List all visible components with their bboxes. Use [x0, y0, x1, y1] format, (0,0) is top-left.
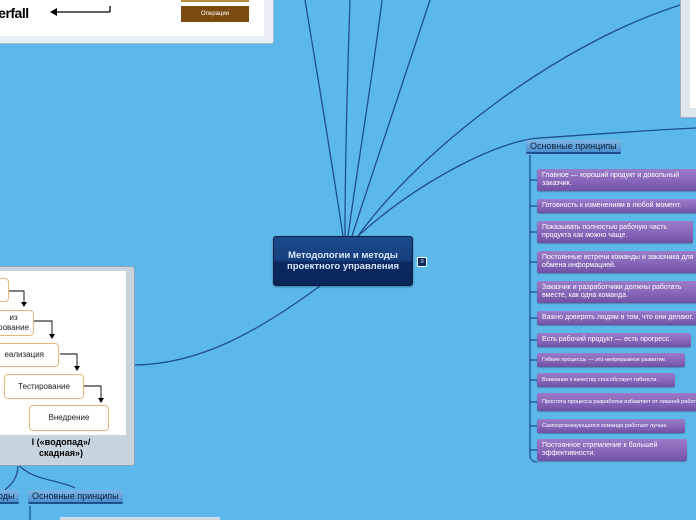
- waterfall-step-testing: Тестирование: [4, 374, 84, 399]
- waterfall-step-implementation: еализация: [0, 343, 59, 367]
- waterfall-step-bar: [181, 0, 249, 2]
- principle-item[interactable]: Простота процесса разработки избавляет о…: [537, 393, 696, 411]
- waterfall-diagram-caption: l («водопад»/ скадная»): [31, 437, 91, 458]
- central-topic[interactable]: Методологии и методы проектного управлен…: [273, 236, 413, 286]
- waterfall-step-design: из рование: [0, 310, 34, 336]
- waterfall-step-deployment: Внедрение: [29, 405, 109, 431]
- principle-item[interactable]: Постоянные встречи команды и заказчика д…: [537, 251, 696, 273]
- principle-item[interactable]: Внимание к качеству способствует гибкост…: [537, 373, 675, 387]
- operations-block: Операции: [181, 6, 249, 22]
- principle-item[interactable]: Готовность к изменениям в любой момент.: [537, 199, 696, 213]
- principle-item[interactable]: Главное — хороший продукт и довольный за…: [537, 169, 696, 191]
- waterfall-step-1: [0, 278, 9, 302]
- principle-item[interactable]: Есть рабочий продукт — есть прогресс.: [537, 333, 691, 347]
- principle-item[interactable]: Гибкие процессы — это непрерывное развит…: [537, 353, 685, 367]
- principle-item[interactable]: Важно доверять людям в том, что они дела…: [537, 311, 696, 325]
- note-icon[interactable]: ≡: [417, 257, 427, 267]
- right-image: [690, 0, 696, 108]
- subtopic-principles-left[interactable]: Основные принципы: [28, 490, 123, 504]
- principle-item[interactable]: Самоорганизующаяся команда работает лучш…: [537, 419, 685, 433]
- subtopic-principles[interactable]: Основные принципы: [526, 140, 621, 154]
- principle-item[interactable]: Заказчик и разработчики должны работать …: [537, 281, 696, 303]
- waterfall-image-title: terfall: [0, 5, 29, 21]
- principle-item[interactable]: Постоянное стремление к большей эффектив…: [537, 439, 687, 461]
- principle-item[interactable]: Показывать полностью рабочую часть проду…: [537, 221, 693, 243]
- arrow-left-icon: [50, 6, 111, 16]
- subtopic-methods[interactable]: оды: [0, 490, 19, 504]
